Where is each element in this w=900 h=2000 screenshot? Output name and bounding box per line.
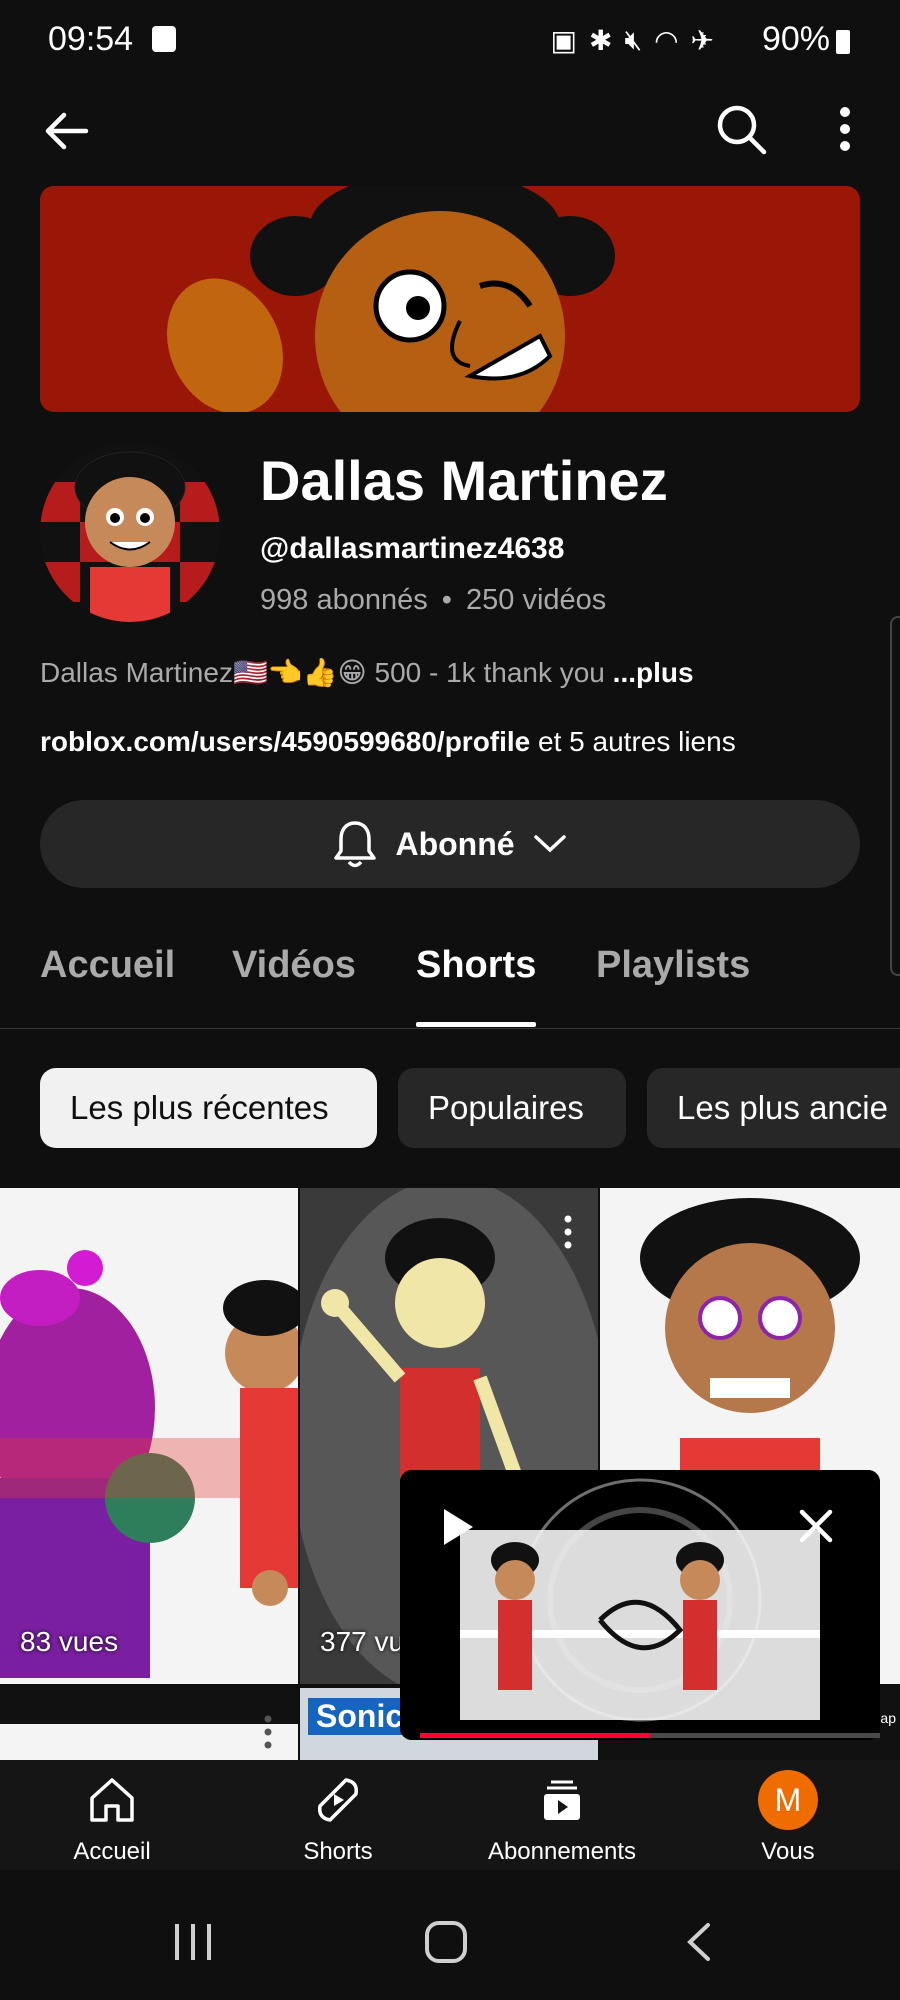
short-artwork [0, 1188, 298, 1684]
tab-videos[interactable]: Vidéos [232, 944, 356, 987]
progress-fill [420, 1733, 650, 1738]
short-thumbnail[interactable] [0, 1688, 298, 1760]
home-button-icon[interactable] [424, 1920, 468, 1964]
nav-subscriptions[interactable]: Abonnements [462, 1760, 662, 1870]
home-icon [90, 1778, 134, 1822]
tab-playlists[interactable]: Playlists [596, 944, 750, 987]
short-thumbnail[interactable]: 83 vues [0, 1188, 298, 1684]
play-icon[interactable] [440, 1506, 476, 1548]
mini-player[interactable] [400, 1470, 880, 1740]
recents-icon[interactable] [172, 1922, 214, 1962]
channel-stats: 998 abonnés • 250 vidéos [260, 584, 606, 617]
nav-label: Abonnements [487, 1838, 637, 1865]
bottom-navigation: Accueil Shorts Abonnements M Vous [0, 1760, 900, 1870]
shorts-icon [317, 1778, 359, 1822]
active-tab-indicator [416, 1022, 536, 1027]
tab-shorts[interactable]: Shorts [416, 944, 536, 987]
stats-separator: • [441, 584, 452, 616]
channel-name: Dallas Martinez [260, 449, 668, 512]
subscriptions-icon [544, 1780, 580, 1820]
subscribe-button[interactable]: Abonné [40, 800, 860, 888]
avatar: M [758, 1770, 818, 1830]
nfc-icon: ▣ [550, 24, 577, 56]
description-text: Dallas Martinez🇺🇸👈👍😁 500 - 1k thank you [40, 657, 605, 688]
search-button[interactable] [714, 102, 768, 156]
airplane-icon: ✈ [690, 24, 714, 56]
short-view-count: 377 vu [320, 1626, 405, 1657]
mute-icon: 🔇︎ [624, 23, 643, 55]
battery-percent: 90% [761, 20, 830, 58]
search-icon [717, 105, 767, 155]
banner-artwork [40, 186, 860, 412]
more-options-button[interactable] [830, 102, 860, 156]
status-time: 09:54 [48, 20, 134, 58]
chip-most-recent[interactable]: Les plus récentes [40, 1068, 377, 1148]
back-button[interactable] [40, 104, 94, 158]
nav-label: Accueil [73, 1838, 151, 1865]
description-more-link[interactable]: ...plus [613, 657, 694, 688]
chip-popular[interactable]: Populaires [398, 1068, 626, 1148]
nav-you[interactable]: M Vous [688, 1760, 888, 1870]
close-icon[interactable] [798, 1508, 834, 1544]
short-more-icon[interactable] [562, 1214, 574, 1250]
short-more-icon[interactable] [262, 1714, 274, 1750]
subscribe-label: Abonné [395, 825, 515, 862]
top-bar [0, 84, 900, 174]
wifi-icon: ◠ [654, 24, 679, 56]
bell-icon [334, 821, 377, 868]
status-bar: 09:54 ▣ ✱ 🔇︎ ◠ ✈ 90% [0, 0, 900, 84]
chip-oldest[interactable]: Les plus ancie [647, 1068, 900, 1148]
avatar-artwork [40, 442, 220, 622]
channel-link-more[interactable]: et 5 autres liens [538, 726, 736, 757]
back-arrow-icon [45, 112, 89, 150]
channel-links[interactable]: roblox.com/users/4590599680/profile et 5… [40, 726, 736, 758]
more-vert-icon [840, 107, 850, 151]
tab-accueil[interactable]: Accueil [40, 944, 175, 987]
channel-avatar[interactable] [40, 442, 220, 622]
nav-label: Vous [761, 1838, 815, 1865]
back-nav-icon[interactable] [684, 1922, 714, 1962]
bluetooth-icon: ✱ [588, 24, 613, 56]
channel-banner [40, 186, 860, 412]
channel-link-url[interactable]: roblox.com/users/4590599680/profile [40, 726, 530, 757]
mini-player-progress[interactable] [420, 1733, 880, 1738]
subscriber-count: 998 abonnés [260, 584, 428, 616]
battery-icon [836, 30, 850, 54]
nav-label: Shorts [303, 1838, 373, 1865]
channel-handle: @dallasmartinez4638 [260, 532, 565, 565]
channel-tabs: Accueil Vidéos Shorts Playlists [0, 920, 900, 1029]
status-icons: ▣ ✱ 🔇︎ ◠ ✈ [524, 22, 714, 58]
chevron-down-icon [533, 835, 566, 853]
short-view-count: 83 vues [20, 1626, 119, 1657]
channel-description[interactable]: Dallas Martinez🇺🇸👈👍😁 500 - 1k thank you … [40, 656, 694, 689]
video-count: 250 vidéos [466, 584, 607, 616]
nav-shorts[interactable]: Shorts [238, 1760, 438, 1870]
nav-home[interactable]: Accueil [12, 1760, 212, 1870]
checkbox-notification-icon [152, 26, 176, 52]
system-navigation [0, 1870, 900, 2000]
